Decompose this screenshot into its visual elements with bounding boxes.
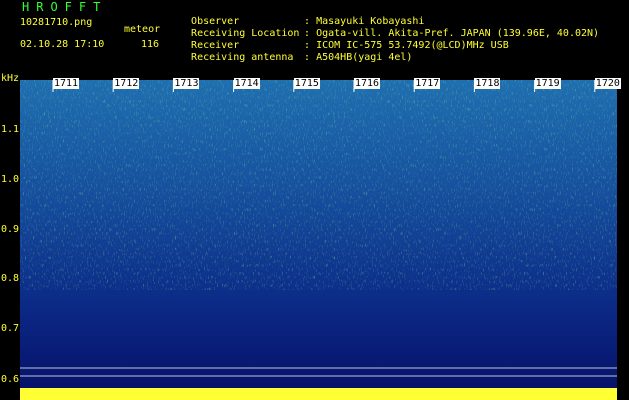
filename-label: 10281710.png [20,17,93,28]
y-tick-label: 1.0 [1,174,20,185]
y-unit-label: kHz [1,73,20,84]
level-bar [20,388,617,400]
x-tick-label: 1718 [474,78,501,89]
x-tick-label: 1714 [233,78,260,89]
info-antenna: Receiving antenna : A504HB(yagi 4el) [179,40,412,64]
meteor-label: meteor [124,24,161,35]
spectrogram-noise [20,80,617,290]
x-tick-label: 1715 [293,78,320,89]
x-tick-label: 1717 [414,78,441,89]
y-tick-label: 0.7 [1,323,20,334]
y-tick-label: 0.9 [1,224,20,235]
x-tick-label: 1711 [53,78,80,89]
y-tick-label: 1.1 [1,124,20,135]
y-tick-label: 0.8 [1,273,20,284]
x-tick-label: 1716 [354,78,381,89]
x-tick-label: 1720 [594,78,621,89]
info-key: Receiving antenna [191,52,294,63]
spectrogram [20,80,617,400]
datetime-label: 02.10.28 17:10 [20,39,105,50]
x-tick-label: 1713 [173,78,200,89]
x-tick-label: 1719 [534,78,561,89]
x-tick-label: 1712 [113,78,140,89]
info-value: : A504HB(yagi 4el) [304,52,413,63]
app-title: HROFFT [22,0,108,14]
y-tick-label: 0.6 [1,374,20,385]
meteor-count: 116 [141,39,160,50]
